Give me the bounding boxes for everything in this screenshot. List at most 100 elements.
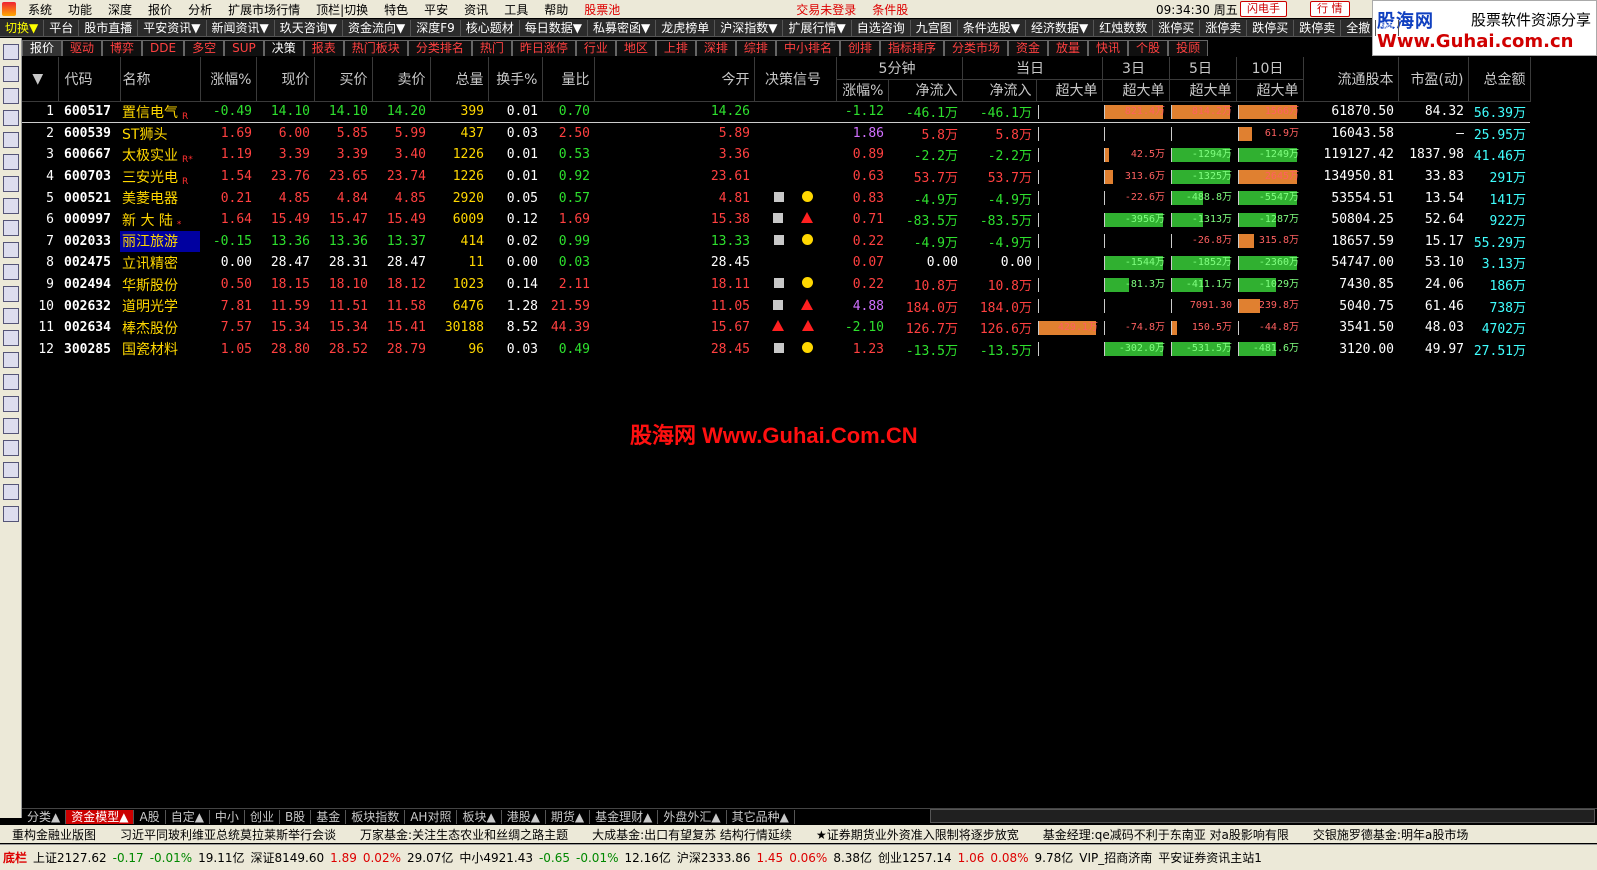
table-row[interactable]: 4 600703 三安光电 R 1.54 23.76 23.65 23.74 1226 0.01 0… xyxy=(22,166,1530,188)
news-item[interactable]: 交银施罗德基金:明年a股市场 xyxy=(1301,826,1480,843)
table-row[interactable]: 11 002634 棒杰股份 7.57 15.34 15.34 15.41 30188 8.52… xyxy=(22,317,1530,339)
table-row[interactable]: 3 600667 太极实业 R* 1.19 3.39 3.39 3.40 1226 0.01 0.5… xyxy=(22,144,1530,166)
bottom-tab[interactable]: 创业 xyxy=(245,809,280,824)
tab-category[interactable]: 中小排名 xyxy=(775,40,840,56)
bottom-tab[interactable]: 其它品种▲ xyxy=(727,809,795,824)
header-ask[interactable]: 卖价 xyxy=(372,57,431,102)
toolbar-item[interactable]: 跌停买 xyxy=(1247,19,1295,36)
header-price[interactable]: 现价 xyxy=(256,57,315,102)
header-amount[interactable]: 总金额 xyxy=(1468,57,1531,102)
menu-feature[interactable]: 特色 xyxy=(376,1,416,18)
menu-topbar-switch[interactable]: 顶栏|切换 xyxy=(308,1,376,18)
header-pct[interactable]: 涨幅% xyxy=(200,57,257,102)
tab-category[interactable]: 分类市场 xyxy=(943,40,1008,56)
toolbar-item[interactable]: 切换▼ xyxy=(0,19,45,36)
menu-depth[interactable]: 深度 xyxy=(100,1,140,18)
news-item[interactable]: 重构金融业版图 xyxy=(0,826,108,843)
table-row[interactable]: 5 000521 美菱电器 0.21 4.85 4.84 4.85 2920 0.05 0.57 4… xyxy=(22,187,1530,209)
bottom-tab[interactable]: B股 xyxy=(280,809,312,824)
flash-button[interactable]: 闪电手 xyxy=(1240,1,1287,17)
header-bid[interactable]: 买价 xyxy=(314,57,373,102)
rail-tool-icon[interactable] xyxy=(3,88,19,104)
tab-category[interactable]: DDE xyxy=(142,40,185,56)
rail-tool-icon[interactable] xyxy=(3,242,19,258)
menu-pingan[interactable]: 平安 xyxy=(416,1,456,18)
tab-category[interactable]: 地区 xyxy=(615,40,656,56)
header-volume[interactable]: 总量 xyxy=(430,57,489,102)
bottom-tab[interactable]: 资金模型▲ xyxy=(66,809,135,824)
rail-tool-icon[interactable] xyxy=(3,374,19,390)
menu-stock-pool[interactable]: 股票池 xyxy=(576,1,628,18)
header-3d-xl[interactable]: 超大单 xyxy=(1102,79,1170,102)
toolbar-item[interactable]: 红烛数数 xyxy=(1094,19,1154,36)
horizontal-scrollbar[interactable] xyxy=(930,809,1595,823)
header-name[interactable]: 名称 xyxy=(120,57,201,102)
tab-category[interactable]: 多空 xyxy=(184,40,225,56)
bottom-tab[interactable]: A股 xyxy=(134,809,166,824)
toolbar-item[interactable]: 预 xyxy=(1376,19,1400,36)
toolbar-item[interactable]: 深度F9 xyxy=(411,19,461,36)
menu-info[interactable]: 资讯 xyxy=(456,1,496,18)
rail-tool-icon[interactable] xyxy=(3,264,19,280)
rail-tool-icon[interactable] xyxy=(3,440,19,456)
toolbar-item[interactable]: 股市直播 xyxy=(79,19,139,36)
header-float-shares[interactable]: 流通股本 xyxy=(1303,57,1399,102)
bottom-tab[interactable]: 基金 xyxy=(311,809,347,824)
rail-tool-icon[interactable] xyxy=(3,462,19,478)
tab-category[interactable]: 报价 xyxy=(22,40,63,56)
toolbar-item[interactable]: 私募密函▼ xyxy=(588,19,657,36)
menu-system[interactable]: 系统 xyxy=(20,1,60,18)
menu-analysis[interactable]: 分析 xyxy=(180,1,220,18)
toolbar-item[interactable]: 经济数据▼ xyxy=(1026,19,1095,36)
header-turnover[interactable]: 换手% xyxy=(488,57,543,102)
header-day-netflow[interactable]: 净流入 xyxy=(962,79,1037,102)
tab-category[interactable]: 放量 xyxy=(1048,40,1089,56)
header-5d-xl[interactable]: 超大单 xyxy=(1169,79,1237,102)
tab-category[interactable]: 行业 xyxy=(575,40,616,56)
toolbar-item[interactable]: 资金流向▼ xyxy=(343,19,412,36)
bottom-tab[interactable]: 中小 xyxy=(210,809,245,824)
rail-tool-icon[interactable] xyxy=(3,176,19,192)
rail-tool-icon[interactable] xyxy=(3,308,19,324)
tab-category[interactable]: 分类排名 xyxy=(407,40,472,56)
toolbar-item[interactable]: 每日数据▼ xyxy=(520,19,588,36)
toolbar-item[interactable]: 自选咨询 xyxy=(852,19,911,36)
table-row[interactable]: 6 000997 新 大 陆 * 1.64 15.49 15.47 15.49 6009 0.12… xyxy=(22,209,1530,231)
tab-category[interactable]: 报表 xyxy=(303,40,344,56)
header-volume-ratio[interactable]: 量比 xyxy=(542,57,595,102)
bottom-tab[interactable]: 期货▲ xyxy=(546,809,591,824)
table-row[interactable]: 2 600539 ST狮头 1.69 6.00 5.85 5.99 437 0.03 2.50 5.… xyxy=(22,123,1530,145)
bottom-tab[interactable]: 基金理财▲ xyxy=(590,809,659,824)
rail-tool-icon[interactable] xyxy=(3,132,19,148)
toolbar-item[interactable]: 条件选股▼ xyxy=(958,19,1026,36)
tab-category[interactable]: 昨日涨停 xyxy=(511,40,576,56)
tab-category[interactable]: 博弈 xyxy=(102,40,143,56)
tab-category[interactable]: 指标排序 xyxy=(879,40,944,56)
toolbar-item[interactable]: 龙虎榜单 xyxy=(656,19,716,36)
trade-status[interactable]: 交易未登录 xyxy=(788,1,864,18)
news-item[interactable]: 基金经理:qe减码不利于东南亚 对a股影响有限 xyxy=(1031,826,1301,843)
bottom-tab[interactable]: 自定▲ xyxy=(166,809,210,824)
header-day-xl[interactable]: 超大单 xyxy=(1036,79,1103,102)
header-5min-netflow[interactable]: 净流入 xyxy=(888,79,963,102)
tab-category[interactable]: 资金 xyxy=(1008,40,1049,56)
menu-tools[interactable]: 工具 xyxy=(496,1,536,18)
tab-category[interactable]: 上排 xyxy=(655,40,696,56)
table-row[interactable]: 7 002033 丽江旅游 -0.15 13.36 13.36 13.37 414 0.02 0.… xyxy=(22,230,1530,253)
tab-category[interactable]: SUP xyxy=(224,40,264,56)
tab-category[interactable]: 驱动 xyxy=(62,40,103,56)
toolbar-item[interactable]: 核心题材 xyxy=(461,19,520,36)
menu-function[interactable]: 功能 xyxy=(60,1,100,18)
news-item[interactable]: ★证券期货业外资准入限制将逐步放宽 xyxy=(804,826,1031,843)
cond-stock-link[interactable]: 条件股 xyxy=(864,1,916,18)
rail-tool-icon[interactable] xyxy=(3,330,19,346)
table-row[interactable]: 12 300285 国瓷材料 1.05 28.80 28.52 28.79 96 0.03 0.4… xyxy=(22,339,1530,361)
tab-category[interactable]: 综排 xyxy=(735,40,776,56)
tab-category[interactable]: 创排 xyxy=(839,40,880,56)
tab-category[interactable]: 个股 xyxy=(1128,40,1169,56)
bottom-tab[interactable]: 板块指数 xyxy=(346,809,406,824)
toolbar-item[interactable]: 平安资讯▼ xyxy=(138,19,207,36)
bottom-tab[interactable]: 外盘外汇▲ xyxy=(658,809,727,824)
bottom-tab[interactable]: 港股▲ xyxy=(502,809,546,824)
toolbar-item[interactable]: 全撤 xyxy=(1341,19,1377,36)
